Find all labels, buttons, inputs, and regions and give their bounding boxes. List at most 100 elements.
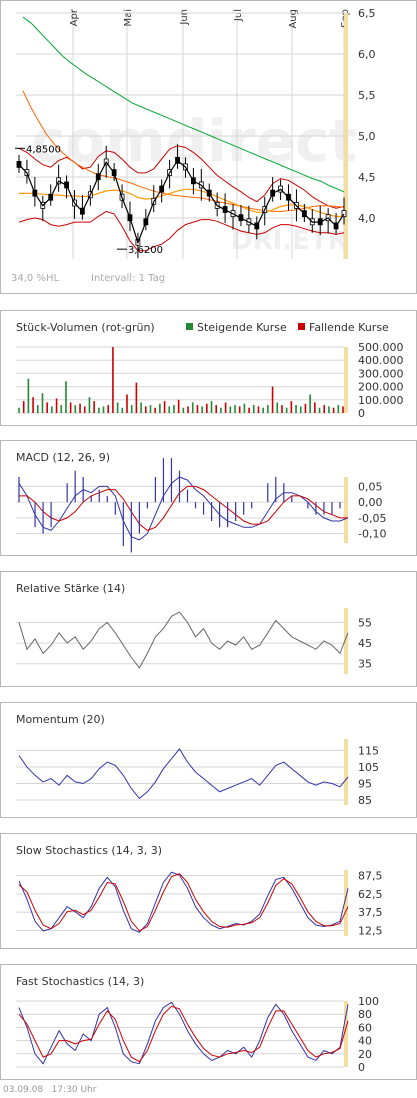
slow-stoch-tick-label: 12,5 [358, 925, 383, 938]
volume-bar [215, 405, 218, 413]
volume-bar [224, 402, 227, 413]
current-day-highlight [344, 477, 348, 543]
volume-tick-label: 300.000 [358, 367, 404, 380]
price-tick-label: 5,0 [358, 130, 376, 143]
volume-bar [154, 407, 156, 413]
footer-date: 03.09.08 [3, 1085, 44, 1095]
volume-bar [304, 403, 307, 413]
rsi-tick-label: 45 [358, 637, 372, 650]
volume-bar [257, 406, 260, 413]
fast-stochastics-panel: Fast Stochastics (14, 3) 100 80 60 40 20 0 [0, 964, 417, 1080]
volume-bar [130, 405, 133, 413]
volume-bar [121, 407, 124, 413]
month-label: Aug [288, 9, 299, 29]
volume-bar [314, 402, 316, 413]
slow-stoch-k-line [18, 871, 349, 933]
volume-bar [144, 406, 147, 413]
macd-chart: 0,05 0,00 -0,05 -0,10 [16, 458, 386, 553]
volume-bar [210, 401, 213, 413]
price-tick-label: 4,0 [358, 212, 376, 225]
month-label: Jul [233, 9, 244, 22]
hl-label: 34,0 %HL [11, 273, 59, 284]
low-annotation: 3,6200 [128, 245, 163, 256]
volume-bar [102, 406, 105, 413]
fast-stoch-tick-label: 60 [358, 1021, 372, 1034]
volume-bar [191, 402, 194, 413]
volume-bar [65, 381, 67, 413]
momentum-tick-label: 85 [358, 794, 372, 807]
volume-bar [116, 402, 119, 413]
current-day-highlight [344, 13, 348, 259]
rsi-tick-label: 35 [358, 658, 372, 671]
volume-bar [281, 405, 283, 413]
current-day-highlight [344, 739, 348, 805]
volume-bar [46, 402, 48, 413]
rsi-panel: Relative Stärke (14) 55 45 35 [0, 571, 417, 687]
fast-stoch-tick-label: 20 [358, 1048, 372, 1061]
volume-bar [18, 407, 20, 413]
volume-bar [41, 393, 44, 413]
volume-bar [252, 405, 255, 413]
volume-bar [196, 405, 199, 413]
volume-bar [234, 405, 236, 413]
volume-bar [51, 406, 53, 413]
price-panel: comdirectDRI.ETRAprMaiJunJulAugSep6,56,0… [0, 0, 417, 294]
price-tick-label: 6,0 [358, 48, 376, 61]
momentum-line [18, 748, 349, 800]
volume-tick-label: 500.000 [358, 341, 404, 354]
volume-bar [276, 402, 279, 413]
volume-bar [32, 397, 34, 413]
volume-bar [201, 406, 203, 413]
rsi-tick-label: 55 [358, 616, 372, 629]
volume-bar [69, 402, 72, 413]
momentum-tick-label: 95 [358, 778, 372, 791]
volume-bar [262, 407, 264, 413]
momentum-tick-label: 115 [358, 745, 379, 758]
slow-stoch-tick-label: 37,5 [358, 906, 383, 919]
volume-bar [248, 407, 250, 413]
volume-bar [79, 403, 81, 413]
volume-bar [98, 407, 100, 413]
slow-stoch-tick-label: 87,5 [358, 870, 383, 883]
month-label: Mai [123, 9, 134, 27]
volume-bar [182, 407, 185, 413]
volume-bar [74, 405, 77, 413]
volume-bar [173, 405, 175, 413]
volume-bar [60, 405, 63, 413]
volume-bar [267, 405, 269, 413]
price-tick-label: 4,5 [358, 171, 376, 184]
volume-bar [290, 401, 293, 413]
volume-bar [107, 405, 110, 413]
volume-bar [149, 405, 152, 413]
volume-bar [323, 405, 326, 413]
month-label: Apr [69, 8, 80, 26]
current-day-highlight [344, 347, 348, 413]
volume-bar [88, 397, 91, 413]
slow-stochastics-chart: 87,5 62,5 37,5 12,5 [16, 870, 383, 938]
volume-bar [27, 378, 30, 413]
volume-tick-label: 100.000 [358, 394, 404, 407]
slow-stoch-tick-label: 62,5 [358, 888, 383, 901]
volume-bar [93, 401, 95, 413]
fast-stoch-tick-label: 0 [358, 1061, 365, 1074]
volume-bar [168, 406, 171, 413]
fast-stoch-k-line [18, 1001, 349, 1065]
volume-bar [243, 403, 246, 413]
interval-label: Intervall: 1 Tag [91, 273, 165, 284]
volume-bar [328, 406, 330, 413]
volume-bar [177, 399, 180, 413]
volume-bar [295, 405, 297, 413]
fast-stoch-tick-label: 80 [358, 1008, 372, 1021]
volume-bar [238, 406, 241, 413]
fast-stoch-tick-label: 100 [358, 995, 379, 1008]
volume-bar [140, 402, 142, 413]
volume-bar [163, 401, 166, 413]
rsi-line [18, 611, 349, 669]
volume-tick-label: 200.000 [358, 381, 404, 394]
rsi-chart: 55 45 35 [16, 608, 372, 674]
high-annotation: 4,8500 [26, 144, 61, 155]
macd-tick-label: 0,05 [358, 480, 383, 493]
macd-panel: MACD (12, 26, 9) 0,05 0,00 -0,05 -0,10 [0, 440, 417, 556]
volume-bar [135, 382, 138, 413]
price-tick-label: 6,5 [358, 7, 376, 20]
